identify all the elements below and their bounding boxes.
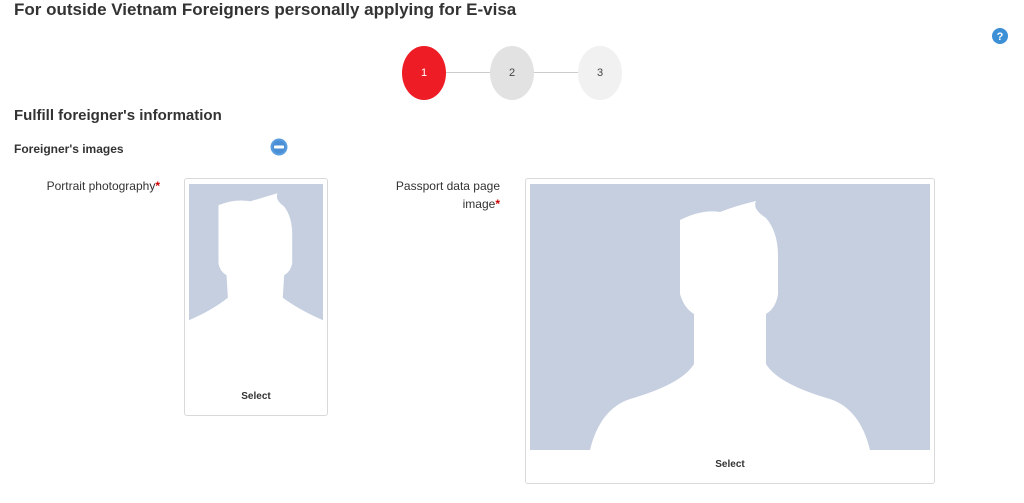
passport-select-button[interactable]: Select	[526, 459, 934, 470]
passport-label-line2: image	[462, 197, 496, 211]
step-connector	[534, 72, 578, 73]
step-1-label: 1	[420, 67, 428, 79]
step-2[interactable]: 2	[490, 46, 534, 100]
required-mark: *	[495, 197, 500, 211]
step-1[interactable]: 1	[402, 46, 446, 100]
portrait-upload[interactable]: Select	[184, 178, 328, 416]
minus-circle-icon[interactable]	[270, 138, 288, 156]
person-placeholder-icon	[530, 184, 930, 450]
portrait-label: Portrait photography*	[20, 177, 160, 195]
step-3-label: 3	[596, 67, 604, 79]
passport-label-line1: Passport data page	[395, 179, 500, 193]
required-mark: *	[155, 179, 160, 193]
step-2-label: 2	[508, 67, 516, 79]
step-3[interactable]: 3	[578, 46, 622, 100]
portrait-select-button[interactable]: Select	[185, 391, 327, 402]
section-title: Fulfill foreigner's information	[14, 107, 222, 124]
person-placeholder-icon	[189, 184, 323, 356]
passport-upload[interactable]: Select	[525, 178, 935, 484]
passport-label: Passport data page image*	[370, 177, 500, 213]
portrait-label-text: Portrait photography	[46, 179, 156, 193]
progress-stepper: 1 2 3	[0, 0, 1024, 110]
images-section-title: Foreigner's images	[14, 142, 124, 156]
step-connector	[446, 72, 490, 73]
